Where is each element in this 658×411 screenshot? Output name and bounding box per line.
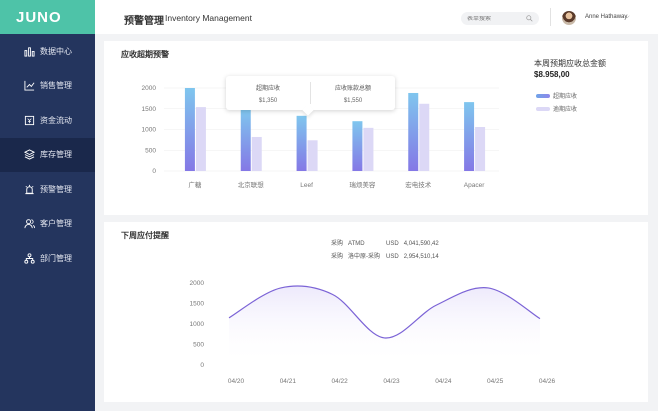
x-tick-label: 广糖 [188, 180, 202, 189]
x-tick-label: 04/21 [280, 378, 297, 385]
users-icon [24, 218, 35, 229]
chevron-down-icon[interactable]: ⌵ [625, 14, 630, 21]
sidebar-item-inventory[interactable]: 库存管理 [0, 137, 95, 172]
weekly-total-value: $8.958,00 [534, 70, 570, 79]
bar-late[interactable] [251, 136, 262, 171]
overdue-receivables-card: 应收超期预警 0 500 1000 1500 2000 广糖 北京联想 Leef 瑞烦美容 宏电技… [104, 41, 648, 215]
tooltip-divider [310, 82, 311, 104]
sidebar-item-customers[interactable]: 客户管理 [0, 207, 95, 242]
bar-overdue[interactable] [184, 88, 195, 171]
x-tick-label: Leef [300, 182, 313, 189]
tooltip-col-total: 应收账款总额 $1,550 [320, 83, 386, 104]
sidebar: JUNO 数据中心 销售管理 资金流动 库存管理 预警管理 客户管理 部门管理 [0, 0, 95, 411]
legend-swatch [536, 106, 550, 111]
y-tick-label: 2000 [142, 85, 157, 92]
x-tick-label: 04/25 [487, 378, 504, 385]
tooltip-label: 超期应收 [255, 86, 280, 92]
y-tick-label: 500 [145, 147, 156, 154]
search-box [461, 12, 539, 25]
sidebar-item-data-center[interactable]: 数据中心 [0, 34, 95, 69]
bar-overdue[interactable] [408, 92, 419, 171]
bar-late[interactable] [419, 103, 430, 171]
x-tick-label: 04/23 [383, 378, 400, 385]
x-tick-label: 04/26 [539, 378, 556, 385]
bar-late[interactable] [363, 127, 374, 171]
money-card-icon [24, 115, 35, 126]
x-tick-label: Apacer [464, 182, 485, 189]
avatar[interactable] [562, 11, 576, 25]
y-tick-label: 0 [200, 362, 204, 369]
y-tick-label: 0 [152, 168, 156, 175]
x-tick-label: 04/22 [332, 378, 349, 385]
sidebar-item-label: 预警管理 [40, 184, 72, 194]
header-divider [550, 8, 551, 26]
x-tick-label: 瑞烦美容 [349, 180, 376, 189]
page-title: 预警管理 [124, 16, 164, 27]
tooltip-label: 应收账款总额 [334, 86, 371, 92]
sidebar-item-label: 销售管理 [40, 81, 72, 91]
top-header: 预警管理 Inventory Management Anne Hathaway … [95, 0, 658, 34]
bar-late[interactable] [195, 107, 206, 171]
legend-swatch [536, 93, 550, 98]
sidebar-item-sales[interactable]: 销售管理 [0, 69, 95, 104]
y-tick-label: 1000 [142, 127, 157, 134]
tooltip-value: $1,550 [343, 98, 363, 104]
x-tick-label: 宏电技术 [405, 180, 432, 189]
x-tick-label: 04/24 [435, 378, 452, 385]
y-tick-label: 1000 [190, 321, 205, 328]
sidebar-item-label: 资金流动 [40, 115, 72, 125]
sidebar-item-label: 库存管理 [40, 150, 72, 160]
bar-chart-icon [24, 46, 35, 57]
line-chart: 0 500 1000 1500 2000 04/20 04/21 04/22 04/23 04/2… [190, 280, 556, 385]
y-tick-label: 500 [193, 342, 204, 349]
search-input[interactable] [467, 15, 522, 22]
payables-reminder-card: 下周应付提醒 采购 ATMD USD 4,041,590,42 采购 洛中原-采购 USD… [104, 222, 648, 402]
bar-overdue[interactable] [240, 109, 251, 171]
bar-overdue[interactable] [464, 102, 475, 171]
y-tick-label: 2000 [190, 280, 205, 287]
sidebar-item-departments[interactable]: 部门管理 [0, 241, 95, 276]
page-subtitle: Inventory Management [165, 13, 252, 23]
legend-item-overdue[interactable]: 超期应收 [536, 91, 577, 100]
bar-late[interactable] [475, 127, 486, 171]
legend-label: 逾期应收 [553, 107, 578, 113]
sidebar-item-alerts[interactable]: 预警管理 [0, 172, 95, 207]
x-tick-label: 北京联想 [238, 180, 265, 189]
app-logo[interactable]: JUNO [0, 0, 95, 34]
bar-late[interactable] [307, 140, 318, 171]
org-chart-icon [24, 253, 35, 264]
alarm-icon [24, 184, 35, 195]
trend-chart-icon [24, 80, 35, 91]
layers-icon [24, 149, 35, 160]
y-tick-label: 1500 [190, 301, 205, 308]
legend-item-late[interactable]: 逾期应收 [536, 104, 577, 113]
line-area [229, 286, 540, 365]
sidebar-item-label: 部门管理 [40, 253, 72, 263]
y-tick-label: 1500 [142, 106, 157, 113]
sidebar-item-funds[interactable]: 资金流动 [0, 103, 95, 138]
chart-tooltip: 超期应收 $1,350 应收账款总额 $1,550 [226, 76, 395, 116]
tooltip-value: $1,350 [258, 98, 278, 104]
sidebar-item-label: 客户管理 [40, 219, 72, 229]
sidebar-nav: 数据中心 销售管理 资金流动 库存管理 预警管理 客户管理 部门管理 [0, 34, 95, 276]
x-tick-label: 04/20 [228, 378, 245, 385]
sidebar-item-label: 数据中心 [40, 46, 72, 56]
username[interactable]: Anne Hathaway [585, 14, 627, 20]
tooltip-col-overdue: 超期应收 $1,350 [236, 83, 300, 104]
bar-overdue[interactable] [296, 115, 307, 171]
bar-overdue[interactable] [352, 121, 363, 171]
legend-label: 超期应收 [553, 94, 578, 100]
search-icon[interactable] [526, 15, 533, 22]
weekly-total-label: 本周预期应收总金额 [534, 59, 606, 68]
